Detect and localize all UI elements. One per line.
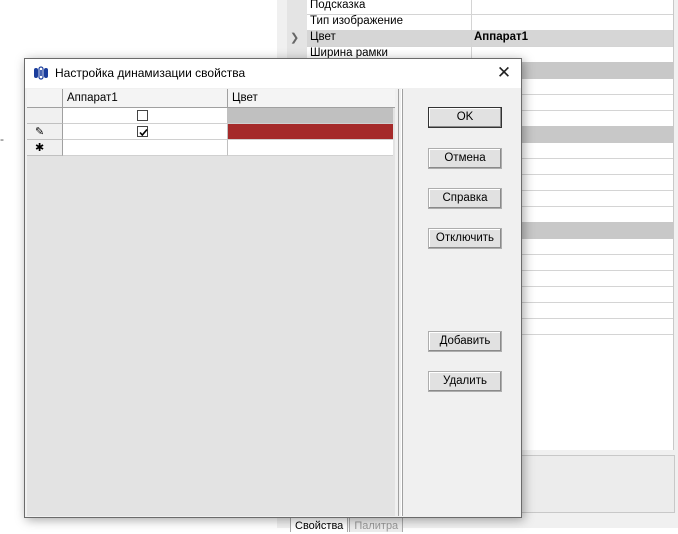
app-icon [33,65,49,81]
ok-button[interactable]: OK [428,107,502,128]
column-header-color[interactable]: Цвет [228,89,395,107]
column-header-device[interactable]: Аппарат1 [63,89,228,107]
property-row-image-type[interactable]: Тип изображение [307,14,673,31]
row-selector[interactable]: ✎ [27,124,63,140]
close-icon[interactable]: ✕ [487,59,521,88]
device-checkbox[interactable] [137,126,148,137]
divider [398,89,399,516]
row-header-corner[interactable] [27,89,63,107]
edit-pencil-icon: ✎ [35,126,45,138]
chevron-right-icon[interactable]: ❯ [290,31,299,44]
grid-header: Аппарат1 Цвет [27,89,395,108]
table-row[interactable]: ✎ [27,124,395,140]
cancel-button[interactable]: Отмена [428,148,502,169]
tab-palette[interactable]: Палитра [349,517,404,532]
panel-tabs: Свойства Палитра [290,517,404,532]
color-cell[interactable] [228,124,393,140]
add-button[interactable]: Добавить [428,331,502,352]
dynamization-dialog: Настройка динамизации свойства ✕ Аппарат… [24,58,522,518]
table-row[interactable] [27,108,395,124]
row-selector[interactable] [27,108,63,124]
new-row-icon: ✱ [35,142,45,154]
property-row-color[interactable]: Цвет Аппарат1 [307,30,673,47]
delete-button[interactable]: Удалить [428,371,502,392]
table-row-new[interactable]: ✱ [27,140,395,156]
dynamization-grid[interactable]: Аппарат1 Цвет ✎ ✱ [27,89,395,516]
property-name: Цвет [310,31,336,43]
tab-properties[interactable]: Свойства [290,517,349,532]
device-cell[interactable] [63,140,228,156]
color-cell[interactable] [228,108,393,124]
property-name: Подсказка [310,0,366,11]
dialog-title: Настройка динамизации свойства [55,66,246,80]
property-value: Аппарат1 [474,31,529,43]
property-row-hint[interactable]: Подсказка [307,0,673,15]
dialog-titlebar[interactable]: Настройка динамизации свойства ✕ [25,59,521,88]
device-cell[interactable] [63,124,228,140]
workspace-marker: - [0,132,4,146]
help-button[interactable]: Справка [428,188,502,209]
device-checkbox[interactable] [137,110,148,121]
row-selector[interactable]: ✱ [27,140,63,156]
color-cell[interactable] [228,140,393,156]
check-icon [139,128,148,137]
divider [402,89,403,516]
disable-button[interactable]: Отключить [428,228,502,249]
property-name: Тип изображение [310,15,403,27]
device-cell[interactable] [63,108,228,124]
